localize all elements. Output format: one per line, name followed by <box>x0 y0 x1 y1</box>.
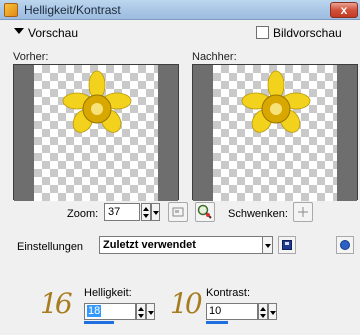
zoom-spinner[interactable] <box>141 203 151 221</box>
preview-border-right <box>158 65 178 201</box>
brightness-slider-bar[interactable] <box>84 321 114 324</box>
brightness-input[interactable]: 18 <box>84 303 136 320</box>
after-label: Nachher: <box>192 51 237 63</box>
pan-label: Schwenken: <box>228 208 288 220</box>
crosshair-icon <box>298 207 308 217</box>
spinner-up-icon[interactable] <box>143 207 149 211</box>
app-icon <box>4 3 18 17</box>
save-disk-icon <box>282 240 292 250</box>
window-title: Helligkeit/Kontrast <box>24 3 121 17</box>
preview-section-label: Vorschau <box>28 26 79 40</box>
preview-border-left <box>14 65 34 201</box>
contrast-input[interactable]: 10 <box>206 303 258 320</box>
preview-section-header[interactable]: Vorschau Bildvorschau <box>0 20 360 46</box>
spinner-down-icon[interactable] <box>260 314 266 318</box>
preview-border-left <box>193 65 213 201</box>
settings-dropdown-button[interactable] <box>262 236 273 254</box>
brightness-spinner[interactable] <box>136 303 146 320</box>
preview-border-right <box>337 65 357 201</box>
spinner-down-icon[interactable] <box>138 314 144 318</box>
contrast-dropdown-button[interactable] <box>268 303 277 320</box>
before-preview[interactable] <box>13 64 179 201</box>
title-bar: Helligkeit/Kontrast x <box>0 0 360 20</box>
bildvorschau-label: Bildvorschau <box>273 26 342 40</box>
spinner-down-icon[interactable] <box>143 214 149 218</box>
close-button[interactable]: x <box>330 2 358 18</box>
spinner-up-icon[interactable] <box>138 307 144 311</box>
settings-label: Einstellungen <box>17 241 84 253</box>
zoom-magnifier-button[interactable] <box>195 202 215 222</box>
brightness-dropdown-button[interactable] <box>146 303 155 320</box>
zoom-dropdown-button[interactable] <box>151 203 160 221</box>
reset-icon <box>340 240 350 250</box>
pan-button[interactable] <box>293 202 313 222</box>
chevron-down-icon[interactable] <box>14 28 24 34</box>
fit-to-window-button[interactable] <box>168 202 188 222</box>
bildvorschau-checkbox[interactable] <box>256 26 269 39</box>
daffodil-image <box>62 70 132 133</box>
settings-select[interactable]: Zuletzt verwendet <box>99 236 263 254</box>
daffodil-image <box>241 70 311 133</box>
contrast-handwritten-annotation: 10 <box>170 287 203 320</box>
contrast-slider-bar[interactable] <box>206 321 228 324</box>
brightness-label: Helligkeit: <box>84 287 132 299</box>
spinner-up-icon[interactable] <box>260 307 266 311</box>
after-preview[interactable] <box>192 64 358 201</box>
reset-button[interactable] <box>336 236 354 254</box>
zoom-input[interactable]: 37 <box>104 203 140 221</box>
contrast-label: Kontrast: <box>206 287 251 299</box>
save-settings-button[interactable] <box>278 236 296 254</box>
contrast-value: 10 <box>209 305 222 317</box>
contrast-spinner[interactable] <box>258 303 268 320</box>
brightness-handwritten-annotation: 16 <box>40 287 73 320</box>
zoom-label: Zoom: <box>67 208 99 220</box>
brightness-value: 18 <box>87 305 102 317</box>
fit-window-icon <box>172 207 184 217</box>
magnifier-icon <box>197 204 212 219</box>
before-label: Vorher: <box>13 51 49 63</box>
